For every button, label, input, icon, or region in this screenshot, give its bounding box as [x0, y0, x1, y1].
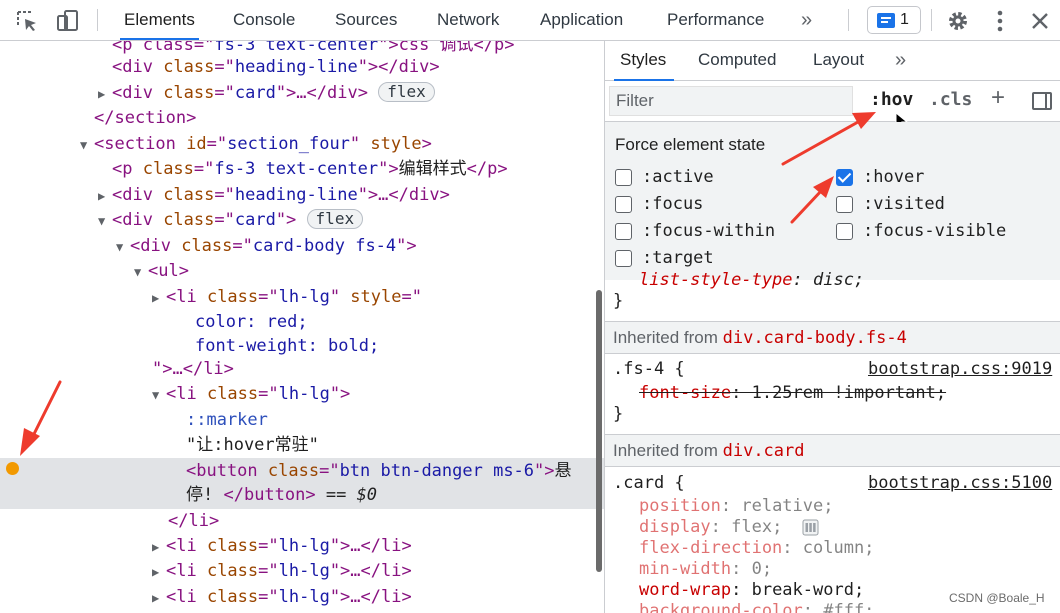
toolbar-divider	[848, 9, 849, 31]
inherited-from-bar: Inherited from div.card	[605, 434, 1060, 467]
tab-console[interactable]: Console	[233, 0, 295, 40]
flex-badge[interactable]: flex	[378, 82, 435, 102]
dom-node-button-selected[interactable]: <button class="btn btn-danger ms-6">悬	[186, 459, 572, 484]
css-declaration-inactive[interactable]: background-color: #fff;	[639, 601, 874, 613]
tab-computed[interactable]: Computed	[698, 41, 776, 79]
dom-node-li-collapsed[interactable]: ▶ <li class="lh-lg">…</li>	[152, 585, 412, 610]
close-icon[interactable]	[1027, 8, 1053, 34]
css-declaration-inactive[interactable]: position: relative;	[639, 496, 833, 516]
issues-count: 1	[900, 11, 909, 28]
color-swatch-value[interactable]: : #fff;	[803, 601, 875, 613]
dom-node-li-close[interactable]: ">…</li>	[152, 357, 234, 382]
css-declaration-inactive[interactable]: flex-direction: column;	[639, 538, 874, 558]
tab-elements[interactable]: Elements	[120, 0, 199, 40]
toolbar-divider	[97, 9, 98, 31]
new-style-rule-button[interactable]: +	[991, 84, 1005, 112]
inherited-from-bar: Inherited from div.card-body.fs-4	[605, 321, 1060, 354]
hover-state-indicator-dot	[6, 462, 19, 475]
collapse-triangle-icon[interactable]: ▼	[134, 260, 148, 285]
inherited-selector-link[interactable]: div.card	[723, 441, 805, 461]
css-declaration-inactive[interactable]: display: flex;	[639, 517, 782, 537]
dom-node-div-heading-line-2[interactable]: ▶ <div class="heading-line">…</div>	[98, 183, 450, 208]
inline-style-text: font-weight: bold;	[195, 336, 380, 356]
stylesheet-source-link[interactable]: bootstrap.css:9019	[868, 359, 1052, 379]
expand-triangle-icon[interactable]: ▶	[152, 560, 166, 585]
tab-layout[interactable]: Layout	[813, 41, 864, 79]
checkbox[interactable]	[615, 169, 632, 186]
dom-node-button-close[interactable]: 停! </button> == $0	[186, 483, 377, 508]
tab-application[interactable]: Application	[540, 0, 623, 40]
dom-node-marker[interactable]: ::marker	[186, 408, 268, 433]
expand-triangle-icon[interactable]: ▶	[152, 586, 166, 611]
dom-node-div-card-2[interactable]: ▼ <div class="card"> flex	[98, 208, 364, 234]
dom-node-ul[interactable]: ▼ <ul>	[134, 259, 189, 284]
expand-triangle-icon[interactable]: ▶	[152, 535, 166, 560]
dom-node-p-edit-style[interactable]: <p class="fs-3 text-center">编辑样式</p>	[112, 157, 508, 182]
stylesheet-source-link[interactable]: bootstrap.css:5100	[868, 473, 1052, 493]
dom-node-div-card[interactable]: ▶ <div class="card">…</div> flex	[98, 81, 435, 106]
watermark-text: CSDN @Boale_H	[949, 591, 1045, 605]
collapse-triangle-icon[interactable]: ▼	[80, 133, 94, 158]
styles-filter-bar: Filter :hov .cls +	[605, 81, 1060, 131]
dom-node-li-collapsed[interactable]: ▶ <li class="lh-lg">…</li>	[152, 534, 412, 559]
dom-node-li-end[interactable]: </li>	[168, 509, 219, 534]
force-element-state-panel: Force element state :active :focus :focu…	[605, 122, 1060, 280]
flexbox-editor-icon[interactable]	[802, 519, 819, 536]
more-subtabs-button[interactable]: »	[895, 41, 906, 79]
dom-node-div-heading-line[interactable]: <div class="heading-line"></div>	[112, 55, 440, 80]
styles-subtabs: Styles Computed Layout »	[605, 41, 1060, 81]
inline-style-text: color: red;	[195, 312, 308, 332]
tab-sources[interactable]: Sources	[335, 0, 397, 40]
dom-node-div-card-body[interactable]: ▼ <div class="card-body fs-4">	[116, 234, 417, 259]
tab-network[interactable]: Network	[437, 0, 499, 40]
settings-gear-icon[interactable]	[945, 8, 971, 34]
expand-triangle-icon[interactable]: ▶	[152, 286, 166, 311]
checkbox[interactable]	[836, 223, 853, 240]
checkbox[interactable]	[615, 223, 632, 240]
checkbox[interactable]	[615, 250, 632, 267]
cls-toggle-button[interactable]: .cls	[929, 89, 972, 110]
expand-triangle-icon[interactable]: ▶	[98, 82, 112, 107]
more-options-icon[interactable]	[987, 8, 1013, 34]
dom-node-li-collapsed[interactable]: ▶ <li class="lh-lg">…</li>	[152, 559, 412, 584]
issues-icon	[877, 13, 895, 28]
expand-triangle-icon[interactable]: ▶	[98, 184, 112, 209]
checkbox[interactable]	[615, 196, 632, 213]
devtools-toolbar: Elements Console Sources Network Applica…	[0, 0, 1060, 41]
rule-close-brace: }	[613, 404, 624, 424]
styles-pane: Styles Computed Layout » Filter :hov .cl…	[605, 41, 1060, 613]
flex-badge[interactable]: flex	[306, 209, 364, 229]
collapse-triangle-icon[interactable]: ▼	[98, 209, 112, 234]
dom-node-li-lh-lg[interactable]: ▼ <li class="lh-lg">	[152, 382, 350, 407]
css-declaration[interactable]: word-wrap: break-word;	[639, 580, 864, 600]
collapse-triangle-icon[interactable]: ▼	[116, 235, 130, 260]
dom-node-section-close[interactable]: </section>	[94, 106, 196, 131]
collapse-triangle-icon[interactable]: ▼	[152, 383, 166, 408]
checkbox[interactable]	[836, 196, 853, 213]
inspect-element-icon[interactable]	[14, 8, 40, 34]
inherited-selector-link[interactable]: div.card-body.fs-4	[723, 328, 907, 348]
tab-performance[interactable]: Performance	[667, 0, 764, 40]
styles-filter-input[interactable]: Filter	[609, 86, 853, 116]
dom-text-node[interactable]: "让:hover常驻"	[186, 433, 319, 458]
tab-styles[interactable]: Styles	[613, 41, 675, 81]
hov-toggle-button[interactable]: :hov	[870, 89, 913, 110]
rule-close-brace: }	[613, 291, 624, 311]
more-tabs-button[interactable]: »	[801, 0, 812, 40]
elements-scrollbar[interactable]	[596, 290, 602, 572]
dom-node-li-styled[interactable]: ▶ <li class="lh-lg" style="	[152, 285, 422, 310]
device-toolbar-icon[interactable]	[55, 8, 81, 34]
elements-dom-tree: <p class="fs-3 text-center">css 调试</p> <…	[0, 41, 605, 613]
force-state-title: Force element state	[615, 135, 766, 154]
dom-node-section-four[interactable]: ▼ <section id="section_four" style>	[80, 132, 432, 157]
css-declaration[interactable]: list-style-type: disc;	[639, 270, 864, 290]
rule-selector[interactable]: .fs-4 {	[613, 359, 685, 379]
toggle-sidebar-icon[interactable]	[1032, 92, 1052, 110]
css-declaration-inactive[interactable]: min-width: 0;	[639, 559, 772, 579]
toolbar-divider	[931, 9, 932, 31]
issues-button[interactable]: 1	[867, 6, 921, 34]
rule-selector[interactable]: .card {	[613, 473, 685, 493]
css-declaration-overridden[interactable]: font-size: 1.25rem !important;	[639, 383, 946, 403]
checkbox-checked[interactable]	[836, 169, 853, 186]
